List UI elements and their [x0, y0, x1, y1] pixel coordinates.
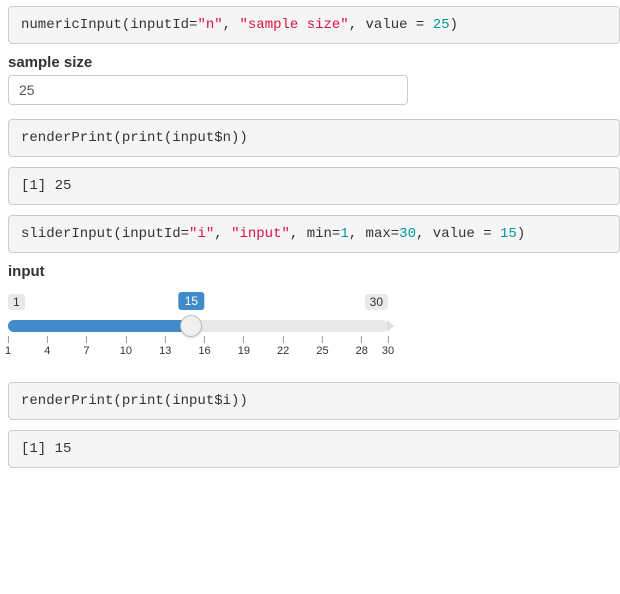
- output-i: [1] 15: [8, 430, 620, 468]
- slider-ticks: 1471013161922252830: [8, 336, 388, 364]
- slider-max-label: 30: [365, 294, 388, 310]
- slider-tick: 30: [382, 336, 394, 357]
- code-fn: numericInput: [21, 17, 122, 33]
- slider-input-i[interactable]: 1 15 30 1 4 7 10 13 16 19 22 25 28 30: [8, 294, 388, 364]
- slider-tick: 4: [44, 336, 50, 357]
- slider-tick: 19: [238, 336, 250, 357]
- output-n: [1] 25: [8, 167, 620, 205]
- slider-tick: 10: [120, 336, 132, 357]
- code-sliderinput: sliderInput(inputId="i", "input", min=1,…: [8, 215, 620, 253]
- slider-label: input: [8, 263, 620, 280]
- code-renderprint-i: renderPrint(print(input$i)): [8, 382, 620, 420]
- code-renderprint-n: renderPrint(print(input$n)): [8, 119, 620, 157]
- slider-tick: 1: [5, 336, 11, 357]
- slider-track[interactable]: [8, 320, 388, 332]
- slider-tick: 28: [356, 336, 368, 357]
- slider-tick: 22: [277, 336, 289, 357]
- slider-labels-row: 1 15 30: [8, 294, 388, 314]
- code-numericinput: numericInput(inputId="n", "sample size",…: [8, 6, 620, 44]
- numeric-label: sample size: [8, 54, 620, 71]
- slider-fill: [8, 320, 191, 332]
- slider-tick: 13: [159, 336, 171, 357]
- slider-tick: 7: [84, 336, 90, 357]
- slider-tick: 16: [198, 336, 210, 357]
- slider-arrow-icon: [387, 320, 394, 332]
- slider-tick: 25: [316, 336, 328, 357]
- numeric-input-n[interactable]: [8, 75, 408, 105]
- slider-handle[interactable]: [180, 315, 202, 337]
- slider-value-bubble: 15: [179, 292, 204, 310]
- slider-min-label: 1: [8, 294, 25, 310]
